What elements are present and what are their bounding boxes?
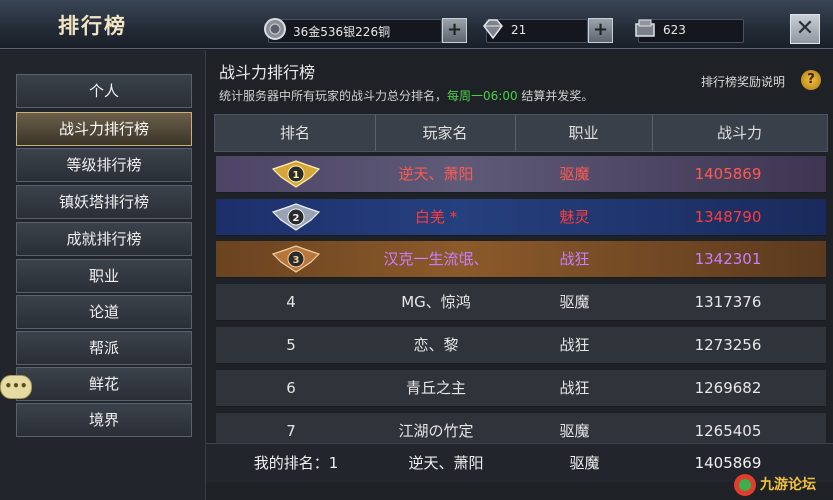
- player-power: 1317376: [694, 293, 762, 311]
- add-diamond-button[interactable]: +: [588, 18, 613, 43]
- sidebar-item-guild[interactable]: 帮派: [16, 331, 192, 365]
- sidebar-item-personal[interactable]: 个人: [16, 74, 192, 108]
- player-power: 1405869: [694, 165, 762, 183]
- sidebar-item-tower-ranking[interactable]: 镇妖塔排行榜: [16, 185, 192, 219]
- table-row[interactable]: 6 青丘之主 战狂 1269682: [216, 370, 826, 407]
- player-class: 驱魔: [559, 165, 590, 183]
- rank-medal-icon: 1: [271, 160, 321, 188]
- table-row[interactable]: 2 白羌 * 魅灵 1348790: [216, 199, 826, 236]
- col-header-player: 玩家名: [375, 115, 516, 151]
- rank-number: 4: [286, 293, 296, 311]
- sidebar-item-flowers[interactable]: 鲜花: [16, 367, 192, 401]
- player-power: 1269682: [694, 379, 762, 397]
- forum-logo-icon: [734, 474, 756, 496]
- rank-number: 3: [293, 255, 300, 266]
- diamond-value: 21: [511, 23, 527, 37]
- player-class: 战狂: [559, 379, 590, 397]
- sidebar-item-lundao[interactable]: 论道: [16, 295, 192, 329]
- player-power: 1273256: [694, 336, 762, 354]
- sidebar-item-profession[interactable]: 职业: [16, 259, 192, 293]
- gold-currency-display: 36金536银226铜: [264, 18, 442, 43]
- voucher-icon: [635, 19, 655, 37]
- col-header-rank: 排名: [215, 115, 376, 151]
- top-bar: 排行榜 36金536银226铜 + 21 + 623 ✕: [0, 0, 833, 49]
- rank-medal-icon: 2: [271, 203, 321, 231]
- col-header-power: 战斗力: [716, 124, 762, 142]
- player-class: 魅灵: [559, 208, 590, 226]
- player-name: 恋、黎: [413, 336, 459, 354]
- sidebar-item-level-ranking[interactable]: 等级排行榜: [16, 148, 192, 182]
- diamond-icon: [483, 19, 503, 40]
- player-class: 战狂: [559, 336, 590, 354]
- player-name: 逆天、萧阳: [398, 165, 474, 183]
- add-gold-button[interactable]: +: [442, 18, 467, 43]
- page-title: 排行榜: [58, 14, 127, 38]
- player-class: 驱魔: [559, 293, 590, 311]
- my-rank-name: 逆天、萧阳: [408, 454, 484, 472]
- table-header: 排名 玩家名 职业 战斗力: [214, 114, 828, 152]
- rank-number: 2: [293, 213, 300, 224]
- sidebar-item-realm[interactable]: 境界: [16, 403, 192, 437]
- desc-prefix: 统计服务器中所有玩家的战斗力总分排名，: [219, 89, 448, 103]
- reward-info-link[interactable]: 排行榜奖励说明: [701, 73, 785, 90]
- ranking-panel: 战斗力排行榜 统计服务器中所有玩家的战斗力总分排名，每周一06:00 结算并发奖…: [206, 50, 833, 500]
- player-name: 汉克一生流氓、: [383, 250, 489, 268]
- sidebar-item-power-ranking[interactable]: 战斗力排行榜: [16, 112, 192, 146]
- rank-number: 5: [286, 336, 296, 354]
- rank-number: 1: [293, 170, 300, 181]
- table-row[interactable]: 1 逆天、萧阳 驱魔 1405869: [216, 156, 826, 193]
- forum-watermark-logo: 九游论坛: [730, 470, 830, 500]
- voucher-display: 623: [635, 19, 744, 43]
- rank-medal-icon: 3: [271, 245, 321, 273]
- gold-value: 36金536银226铜: [293, 25, 391, 39]
- help-icon[interactable]: ?: [801, 70, 821, 90]
- col-header-class: 职业: [515, 115, 653, 151]
- player-power: 1342301: [694, 250, 762, 268]
- desc-suffix: 结算并发奖。: [517, 89, 594, 103]
- table-row[interactable]: 5 恋、黎 战狂 1273256: [216, 327, 826, 364]
- player-name: 青丘之主: [405, 379, 466, 397]
- player-class: 战狂: [559, 250, 590, 268]
- player-name: 白羌 *: [414, 208, 458, 226]
- close-button[interactable]: ✕: [790, 14, 820, 44]
- sidebar-item-achievement-ranking[interactable]: 成就排行榜: [16, 222, 192, 256]
- desc-highlight-time: 每周一06:00: [447, 89, 518, 103]
- chat-bubble-icon[interactable]: •••: [0, 375, 32, 399]
- watermark-text: 九游论坛: [760, 477, 816, 493]
- category-sidebar: 个人 战斗力排行榜 等级排行榜 镇妖塔排行榜 成就排行榜 职业 论道 帮派 鲜花…: [0, 50, 206, 500]
- panel-title: 战斗力排行榜: [219, 63, 316, 82]
- player-name: MG、惊鸿: [401, 293, 471, 311]
- coin-icon: [264, 18, 286, 40]
- panel-description: 统计服务器中所有玩家的战斗力总分排名，每周一06:00 结算并发奖。: [219, 87, 593, 104]
- player-power: 1348790: [694, 208, 762, 226]
- rank-number: 6: [286, 379, 296, 397]
- table-row[interactable]: 3 汉克一生流氓、 战狂 1342301: [216, 241, 826, 278]
- table-row[interactable]: 4 MG、惊鸿 驱魔 1317376: [216, 284, 826, 321]
- diamond-display: 21: [483, 19, 588, 43]
- my-rank-class: 驱魔: [569, 454, 600, 472]
- my-rank-label: 我的排名：1: [253, 454, 339, 472]
- voucher-value: 623: [663, 23, 686, 37]
